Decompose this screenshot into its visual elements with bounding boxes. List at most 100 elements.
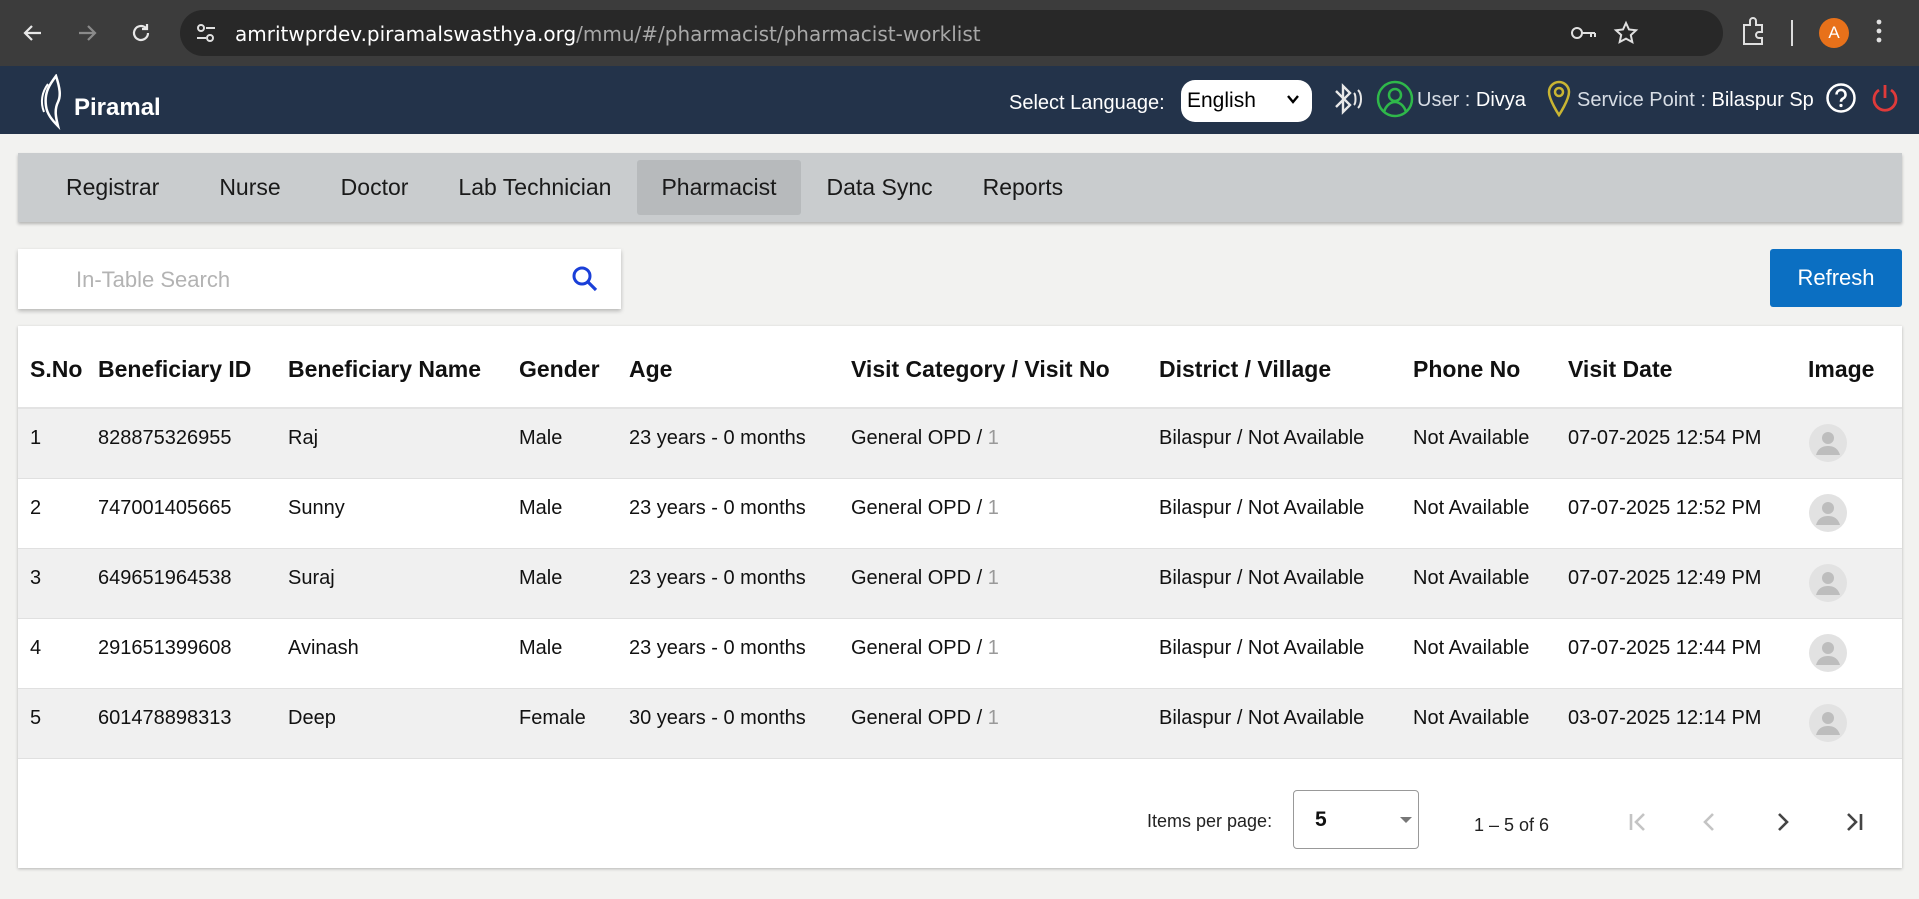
bluetooth-icon[interactable] [1330, 81, 1364, 122]
column-header-beneficiary-name[interactable]: Beneficiary Name [288, 326, 519, 409]
cell-sno: 2 [30, 496, 42, 519]
table-row[interactable]: 4 291651399608 Avinash Male 23 years - 0… [18, 618, 1902, 688]
cell-gender: Male [519, 566, 563, 589]
menu-item-pharmacist[interactable]: Pharmacist [637, 160, 801, 215]
role-menu-bar: Registrar Nurse Doctor Lab Technician Ph… [18, 153, 1902, 222]
last-page-icon[interactable] [1840, 808, 1868, 836]
column-header-visit-category[interactable]: Visit Category / Visit No [851, 326, 1159, 409]
beneficiary-avatar-icon [1809, 493, 1847, 532]
toolbar-divider [1791, 20, 1793, 46]
cell-beneficiary-name: Suraj [288, 566, 335, 589]
help-icon[interactable] [1825, 82, 1857, 119]
first-page-icon[interactable] [1624, 808, 1652, 836]
column-header-district-village[interactable]: District / Village [1159, 326, 1413, 409]
column-header-visit-date[interactable]: Visit Date [1568, 326, 1808, 409]
browser-menu-icon[interactable] [1876, 18, 1882, 49]
menu-item-nurse[interactable]: Nurse [185, 160, 314, 215]
back-arrow-icon [23, 25, 41, 41]
column-header-phone[interactable]: Phone No [1413, 326, 1568, 409]
cell-phone: Not Available [1413, 636, 1530, 659]
extensions-icon[interactable] [1740, 16, 1768, 51]
items-per-page-select[interactable]: 5 [1293, 790, 1419, 849]
cell-visit-date: 07-07-2025 12:49 PM [1568, 566, 1762, 589]
cell-visit-category: General OPD / 1 [851, 427, 999, 449]
reload-button[interactable] [124, 16, 158, 50]
table-row[interactable]: 1 828875326955 Raj Male 23 years - 0 mon… [18, 408, 1902, 478]
cell-sno: 4 [30, 636, 42, 659]
table-row[interactable]: 2 747001405665 Sunny Male 23 years - 0 m… [18, 478, 1902, 548]
user-icon [1376, 80, 1414, 123]
password-key-icon[interactable] [1569, 22, 1597, 49]
cell-sno: 5 [30, 706, 42, 729]
cell-visit-category: General OPD / 1 [851, 566, 999, 589]
menu-item-registrar[interactable]: Registrar [42, 160, 183, 215]
beneficiary-avatar-icon [1809, 424, 1847, 462]
worklist-table-card: S.No Beneficiary ID Beneficiary Name Gen… [18, 326, 1902, 868]
back-button[interactable] [16, 16, 50, 50]
cell-beneficiary-name: Sunny [288, 496, 345, 519]
site-settings-icon[interactable] [194, 21, 218, 50]
cell-image [1808, 618, 1902, 688]
menu-item-data-sync[interactable]: Data Sync [803, 160, 957, 215]
beneficiary-avatar-icon [1809, 563, 1847, 602]
table-body: 1 828875326955 Raj Male 23 years - 0 mon… [18, 408, 1902, 758]
forward-button[interactable] [70, 16, 104, 50]
cell-image [1808, 688, 1902, 758]
cell-district-village: Bilaspur / Not Available [1159, 496, 1365, 519]
chevron-down-icon [1287, 95, 1299, 104]
cell-beneficiary-id: 747001405665 [98, 496, 232, 519]
cell-visit-category: General OPD / 1 [851, 496, 999, 519]
previous-page-icon[interactable] [1696, 808, 1724, 836]
table-row[interactable]: 5 601478898313 Deep Female 30 years - 0 … [18, 688, 1902, 758]
cell-age: 23 years - 0 months [629, 427, 806, 449]
cell-image [1808, 548, 1902, 618]
cell-visit-date: 03-07-2025 12:14 PM [1568, 706, 1762, 729]
cell-visit-date: 07-07-2025 12:54 PM [1568, 427, 1762, 449]
cell-district-village: Bilaspur / Not Available [1159, 636, 1365, 659]
cell-gender: Female [519, 706, 586, 729]
cell-beneficiary-id: 649651964538 [98, 566, 232, 589]
items-per-page-label: Items per page: [1147, 811, 1273, 831]
bookmark-star-icon[interactable] [1613, 20, 1639, 51]
cell-beneficiary-id: 828875326955 [98, 427, 232, 449]
table-row[interactable]: 3 649651964538 Suraj Male 23 years - 0 m… [18, 548, 1902, 618]
search-placeholder: In-Table Search [76, 267, 231, 292]
menu-item-doctor[interactable]: Doctor [317, 160, 433, 215]
language-select[interactable]: English [1181, 80, 1312, 122]
forward-arrow-icon [79, 25, 97, 41]
next-page-icon[interactable] [1768, 808, 1796, 836]
column-header-gender[interactable]: Gender [519, 326, 629, 409]
cell-beneficiary-name: Deep [288, 706, 336, 729]
cell-sno: 1 [30, 427, 42, 449]
search-icon[interactable] [570, 264, 600, 299]
logout-power-icon[interactable] [1869, 82, 1901, 119]
items-per-page-value: 5 [1315, 808, 1327, 831]
cell-phone: Not Available [1413, 566, 1530, 589]
cell-phone: Not Available [1413, 496, 1530, 519]
cell-sno: 3 [30, 566, 42, 589]
service-point-info: Service Point : Bilaspur Sp [1577, 89, 1814, 111]
cell-image [1808, 478, 1902, 548]
cell-image [1808, 408, 1902, 478]
column-header-image: Image [1808, 326, 1902, 409]
in-table-search-input[interactable]: In-Table Search [18, 249, 621, 309]
column-header-beneficiary-id[interactable]: Beneficiary ID [98, 326, 288, 409]
piramal-logo: Piramal [38, 74, 161, 130]
address-bar[interactable]: amritwprdev.piramalswasthya.org/mmu/#/ph… [180, 10, 1723, 56]
cell-beneficiary-name: Avinash [288, 636, 359, 659]
beneficiary-avatar-icon [1809, 703, 1847, 742]
cell-phone: Not Available [1413, 706, 1530, 729]
menu-item-lab-technician[interactable]: Lab Technician [434, 160, 635, 215]
profile-avatar[interactable]: A [1819, 18, 1849, 48]
cell-age: 23 years - 0 months [629, 566, 806, 589]
refresh-button[interactable]: Refresh [1770, 249, 1902, 307]
column-header-age[interactable]: Age [629, 326, 851, 409]
menu-item-reports[interactable]: Reports [959, 160, 1088, 215]
cell-visit-category: General OPD / 1 [851, 636, 999, 659]
cell-visit-category: General OPD / 1 [851, 706, 999, 729]
reload-icon [132, 24, 150, 42]
piramal-flame-icon [40, 74, 61, 130]
column-header-sno[interactable]: S.No [18, 326, 98, 409]
pharmacist-worklist-table: S.No Beneficiary ID Beneficiary Name Gen… [18, 326, 1902, 759]
cell-beneficiary-id: 291651399608 [98, 636, 232, 659]
